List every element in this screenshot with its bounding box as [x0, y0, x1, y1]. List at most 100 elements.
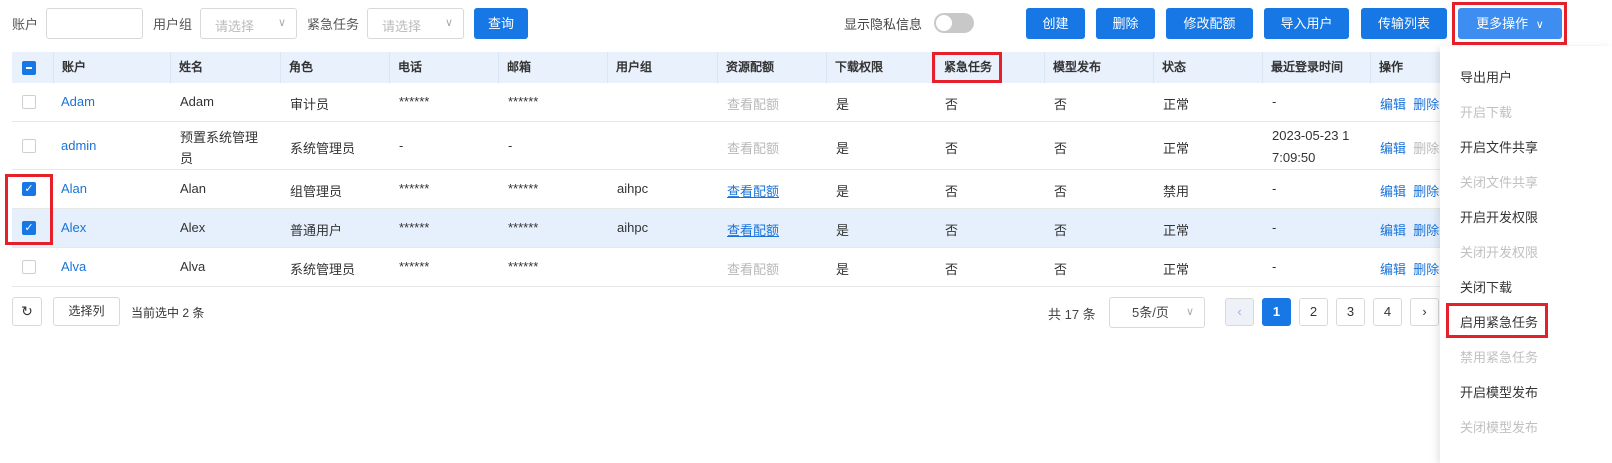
page-button[interactable]: 3: [1336, 298, 1365, 326]
row-actions: 编辑 删除: [1372, 181, 1439, 200]
menu-item-export-users[interactable]: 导出用户: [1460, 67, 1512, 86]
page-size-select[interactable]: 5条/页 ∨: [1109, 297, 1205, 328]
group-filter-select[interactable]: 请选择 ∨: [200, 8, 297, 39]
cell-last-login: -: [1272, 181, 1277, 196]
delete-button[interactable]: 删除: [1096, 8, 1155, 39]
row-checkbox[interactable]: [22, 260, 36, 274]
cell-role: 系统管理员: [290, 141, 356, 156]
table-header: 账户 姓名 角色 电话 邮箱 用户组 资源配额 下载权限 紧急任务 模型发布 状…: [12, 52, 1442, 83]
cell-urgent: 否: [945, 141, 959, 156]
chevron-down-icon: ∨: [1535, 19, 1544, 31]
delete-link[interactable]: 删除: [1413, 223, 1439, 238]
next-page-button[interactable]: ›: [1410, 298, 1439, 326]
column-header[interactable]: 下载权限: [826, 52, 935, 83]
delete-link[interactable]: 删除: [1413, 97, 1439, 112]
cell-model: 否: [1054, 262, 1068, 277]
switch-knob: [936, 15, 952, 31]
more-actions-button[interactable]: 更多操作 ∨: [1458, 8, 1562, 39]
menu-item-enable-file-share[interactable]: 开启文件共享: [1460, 137, 1538, 156]
row-checkbox[interactable]: ✓: [22, 221, 36, 235]
query-button[interactable]: 查询: [474, 8, 528, 39]
cell-name: Adam: [180, 94, 214, 109]
menu-item-enable-urgent-task[interactable]: 启用紧急任务: [1460, 312, 1538, 331]
select-columns-button[interactable]: 选择列: [53, 297, 120, 326]
chevron-down-icon: ∨: [277, 17, 286, 29]
create-button[interactable]: 创建: [1026, 8, 1085, 39]
cell-name: 预置系统管理 员: [172, 127, 258, 169]
transfer-list-button[interactable]: 传输列表: [1361, 8, 1447, 39]
privacy-switch[interactable]: [934, 13, 974, 33]
menu-item-disable-file-share: 关闭文件共享: [1460, 175, 1539, 190]
account-filter-input[interactable]: [46, 8, 143, 39]
column-header[interactable]: 紧急任务: [935, 52, 1044, 83]
cell-model: 否: [1054, 141, 1068, 156]
cell-name-line: 员: [180, 151, 194, 166]
more-actions-label: 更多操作: [1476, 16, 1529, 31]
column-header[interactable]: 操作: [1370, 52, 1442, 83]
cell-urgent: 否: [945, 223, 959, 238]
column-header[interactable]: 模型发布: [1044, 52, 1153, 83]
table-row[interactable]: ✓ Alex Alex 普通用户 ****** ****** aihpc 查看配…: [12, 209, 1442, 248]
cell-phone: -: [399, 138, 404, 153]
column-header[interactable]: 姓名: [170, 52, 280, 83]
row-checkbox[interactable]: [22, 95, 36, 109]
row-checkbox[interactable]: ✓: [22, 182, 36, 196]
cell-email: ******: [508, 259, 539, 274]
row-actions: 编辑 删除: [1372, 220, 1439, 239]
delete-link: 删除: [1413, 141, 1440, 156]
menu-item-enable-dev-permission[interactable]: 开启开发权限: [1460, 207, 1538, 226]
edit-link[interactable]: 编辑: [1380, 223, 1406, 238]
chevron-down-icon: ∨: [1185, 306, 1194, 318]
chevron-right-icon: ›: [1422, 304, 1427, 319]
edit-link[interactable]: 编辑: [1380, 262, 1406, 277]
account-link[interactable]: Adam: [53, 94, 95, 109]
page-button[interactable]: 4: [1373, 298, 1402, 326]
view-quota-link[interactable]: 查看配额: [719, 220, 779, 239]
account-link[interactable]: admin: [53, 138, 96, 153]
delete-link[interactable]: 删除: [1413, 262, 1439, 277]
menu-item-disable-download[interactable]: 关闭下载: [1460, 277, 1512, 296]
page-button[interactable]: 2: [1299, 298, 1328, 326]
column-header[interactable]: 角色: [280, 52, 389, 83]
column-header[interactable]: 最近登录时间: [1262, 52, 1370, 83]
menu-item-enable-model-publish[interactable]: 开启模型发布: [1460, 382, 1538, 401]
page-size-value: 5条/页: [1132, 305, 1169, 320]
refresh-button[interactable]: ↻: [12, 297, 42, 326]
table-row[interactable]: Alva Alva 系统管理员 ****** ****** 查看配额 是 否 否…: [12, 248, 1442, 287]
edit-quota-button[interactable]: 修改配额: [1166, 8, 1253, 39]
urgent-filter-label: 紧急任务: [307, 17, 360, 32]
column-header[interactable]: 用户组: [607, 52, 717, 83]
table-row[interactable]: admin 预置系统管理 员 系统管理员 - - 查看配额 是 否 否 正常 2…: [12, 122, 1442, 170]
cell-urgent: 否: [945, 262, 959, 277]
cell-download: 是: [836, 184, 850, 199]
cell-name: Alex: [180, 220, 206, 235]
urgent-filter-select[interactable]: 请选择 ∨: [367, 8, 464, 39]
column-header[interactable]: 邮箱: [498, 52, 607, 83]
edit-link[interactable]: 编辑: [1380, 97, 1406, 112]
table-row[interactable]: ✓ Alan Alan 组管理员 ****** ****** aihpc 查看配…: [12, 170, 1442, 209]
account-link[interactable]: Alan: [53, 181, 87, 196]
account-link[interactable]: Alva: [53, 259, 86, 274]
edit-link[interactable]: 编辑: [1380, 184, 1406, 199]
cell-status: 正常: [1163, 262, 1190, 277]
cell-status: 正常: [1163, 141, 1190, 156]
column-header[interactable]: 账户: [53, 52, 170, 83]
delete-link[interactable]: 删除: [1413, 184, 1439, 199]
table-row[interactable]: Adam Adam 审计员 ****** ****** 查看配额 是 否 否 正…: [12, 83, 1442, 122]
account-filter-label: 账户: [12, 17, 39, 32]
chevron-down-icon: ∨: [444, 17, 453, 29]
column-header[interactable]: 资源配额: [717, 52, 826, 83]
cell-email: ******: [508, 94, 539, 109]
view-quota-link[interactable]: 查看配额: [719, 181, 779, 200]
cell-download: 是: [836, 262, 850, 277]
page-button[interactable]: 1: [1262, 298, 1291, 326]
edit-link[interactable]: 编辑: [1380, 141, 1406, 156]
select-all-checkbox[interactable]: [22, 61, 36, 75]
column-header[interactable]: 状态: [1153, 52, 1262, 83]
column-header[interactable]: 电话: [389, 52, 498, 83]
prev-page-button[interactable]: ‹: [1225, 298, 1254, 326]
cell-last-login: -: [1272, 259, 1277, 274]
row-checkbox[interactable]: [22, 139, 36, 153]
import-users-button[interactable]: 导入用户: [1264, 8, 1349, 39]
account-link[interactable]: Alex: [53, 220, 86, 235]
